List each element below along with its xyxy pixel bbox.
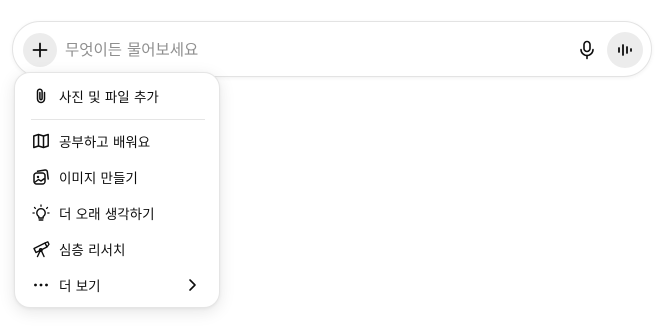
prompt-composer (12, 21, 652, 77)
menu-item-more[interactable]: 더 보기 (21, 269, 213, 301)
chevron-right-icon (185, 277, 199, 293)
menu-item-label: 이미지 만들기 (59, 171, 138, 187)
dictate-button[interactable] (571, 34, 603, 66)
menu-item-create-image[interactable]: 이미지 만들기 (21, 161, 213, 193)
voice-mode-button[interactable] (607, 32, 643, 68)
menu-item-label: 심층 리서치 (59, 243, 126, 259)
menu-item-label: 공부하고 배워요 (59, 135, 151, 151)
open-book-icon (31, 131, 51, 151)
plus-icon (32, 42, 48, 58)
prompt-input[interactable] (65, 38, 505, 62)
menu-item-deep-research[interactable]: 심층 리서치 (21, 233, 213, 265)
waveform-icon (618, 44, 632, 56)
menu-item-study-learn[interactable]: 공부하고 배워요 (21, 125, 213, 157)
menu-item-add-photos-files[interactable]: 사진 및 파일 추가 (21, 80, 213, 112)
telescope-icon (31, 239, 51, 259)
menu-item-label: 사진 및 파일 추가 (59, 90, 159, 106)
lightbulb-icon (31, 203, 51, 223)
menu-divider (31, 119, 205, 120)
menu-item-think-longer[interactable]: 더 오래 생각하기 (21, 197, 213, 229)
paperclip-icon (31, 86, 51, 106)
image-stack-icon (31, 167, 51, 187)
attachment-menu: 사진 및 파일 추가 공부하고 배워요 이미지 만들기 더 오래 생각하기 심층… (14, 72, 220, 308)
ellipsis-icon (31, 275, 51, 295)
menu-item-label: 더 오래 생각하기 (59, 207, 155, 223)
microphone-icon (580, 40, 594, 60)
menu-item-label: 더 보기 (59, 279, 101, 295)
add-attachment-button[interactable] (23, 33, 57, 67)
